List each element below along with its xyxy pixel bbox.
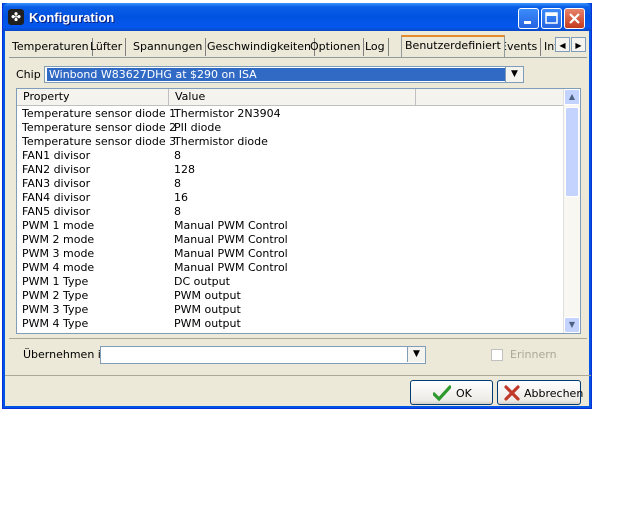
table-row[interactable]: PWM 2 Type PWM output [17, 289, 564, 303]
cancel-button[interactable]: Abbrechen [497, 380, 584, 405]
property-cell: FAN5 divisor [22, 205, 91, 218]
x-icon [504, 385, 520, 401]
maximize-button[interactable] [541, 8, 562, 29]
close-icon [569, 13, 580, 24]
window-title: Konfiguration [29, 10, 115, 25]
tab-geschwindigkeiten[interactable]: Geschwindigkeiten [204, 38, 315, 56]
value-cell[interactable]: 8 [174, 205, 181, 219]
footer-divider [5, 375, 591, 376]
property-cell: Temperature sensor diode 1 [22, 107, 177, 120]
table-row[interactable]: Temperature sensor diode 1 Thermistor 2N3… [17, 107, 564, 121]
ok-button[interactable]: OK [410, 380, 493, 405]
tab-scroll-left-button[interactable]: ◀ [555, 37, 570, 52]
property-cell: FAN2 divisor [22, 163, 91, 176]
cancel-label: Abbrechen [524, 387, 584, 400]
tab-luefter[interactable]: Lüfter [87, 38, 127, 56]
tab-optionen[interactable]: Optionen [307, 38, 365, 56]
tab-strip: Temperaturen Lüfter Spannungen Geschwind… [9, 35, 589, 57]
chevron-down-icon[interactable]: ▼ [407, 347, 425, 362]
value-cell[interactable]: Thermistor diode [174, 135, 268, 149]
property-cell: Temperature sensor diode 2 [22, 121, 177, 134]
remember-label: Erinnern [510, 348, 557, 361]
column-header-empty [416, 89, 564, 105]
divider [9, 338, 587, 339]
table-row[interactable]: FAN2 divisor 128 [17, 163, 564, 177]
value-cell[interactable]: Manual PWM Control [174, 247, 288, 261]
column-header-value[interactable]: Value [169, 89, 416, 105]
table-row[interactable]: Temperature sensor diode 2 PII diode [17, 121, 564, 135]
table-row[interactable]: FAN5 divisor 8 [17, 205, 564, 219]
chip-label: Chip [16, 68, 41, 81]
property-cell: PWM 4 mode [22, 261, 95, 274]
minimize-icon [524, 21, 531, 24]
title-bar[interactable]: ✤ Konfiguration [3, 3, 591, 31]
column-header-property[interactable]: Property [17, 89, 169, 105]
apply-label: Übernehmen in [23, 348, 108, 361]
table-row[interactable]: PWM 3 mode Manual PWM Control [17, 247, 564, 261]
property-cell: FAN1 divisor [22, 149, 91, 162]
table-row[interactable]: FAN3 divisor 8 [17, 177, 564, 191]
tab-panel-border [9, 57, 587, 58]
value-cell[interactable]: PWM output [174, 289, 241, 303]
value-cell[interactable]: Manual PWM Control [174, 261, 288, 275]
value-cell[interactable]: PII diode [174, 121, 221, 135]
value-cell[interactable]: 128 [174, 163, 195, 177]
minimize-button[interactable] [518, 8, 539, 29]
property-cell: Temperature sensor diode 3 [22, 135, 177, 148]
ok-label: OK [456, 387, 472, 400]
maximize-icon [545, 12, 558, 24]
property-cell: PWM 2 mode [22, 233, 95, 246]
property-cell: PWM 1 Type [22, 275, 89, 288]
tab-temperaturen[interactable]: Temperaturen [9, 38, 93, 56]
tab-scroll-right-button[interactable]: ▶ [571, 37, 586, 52]
apply-dropdown[interactable]: ▼ [100, 346, 426, 364]
chevron-down-icon[interactable]: ▼ [505, 67, 523, 82]
property-cell: PWM 1 mode [22, 219, 95, 232]
tab-spannungen[interactable]: Spannungen [130, 38, 207, 56]
close-button[interactable] [564, 8, 585, 29]
fan-icon: ✤ [8, 9, 24, 25]
table-row[interactable]: FAN4 divisor 16 [17, 191, 564, 205]
property-cell: PWM 3 mode [22, 247, 95, 260]
property-cell: FAN3 divisor [22, 177, 91, 190]
table-row[interactable]: FAN1 divisor 8 [17, 149, 564, 163]
tab-benutzerdefiniert[interactable]: Benutzerdefiniert [401, 35, 505, 57]
value-cell[interactable]: 8 [174, 177, 181, 191]
value-cell[interactable]: DC output [174, 275, 230, 289]
property-grid[interactable]: Property Value Temperature sensor diode … [16, 88, 581, 334]
property-cell: PWM 2 Type [22, 289, 89, 302]
value-cell[interactable]: PWM output [174, 303, 241, 317]
grid-scrollbar[interactable]: ▲ ▼ [563, 89, 580, 333]
scroll-up-button[interactable]: ▲ [564, 89, 580, 105]
value-cell[interactable]: 16 [174, 191, 188, 205]
grid-rows: Temperature sensor diode 1 Thermistor 2N3… [17, 107, 564, 331]
remember-checkbox[interactable] [491, 349, 503, 361]
table-row[interactable]: PWM 3 Type PWM output [17, 303, 564, 317]
value-cell[interactable]: Manual PWM Control [174, 219, 288, 233]
chip-selected-value: Winbond W83627DHG at $290 on ISA [47, 68, 506, 81]
table-row[interactable]: Temperature sensor diode 3 Thermistor dio… [17, 135, 564, 149]
property-cell: FAN4 divisor [22, 191, 91, 204]
scroll-down-button[interactable]: ▼ [564, 317, 580, 333]
scroll-thumb[interactable] [565, 107, 579, 197]
chip-dropdown[interactable]: Winbond W83627DHG at $290 on ISA ▼ [44, 66, 524, 83]
property-cell: PWM 3 Type [22, 303, 89, 316]
value-cell[interactable]: PWM output [174, 317, 241, 331]
value-cell[interactable]: Manual PWM Control [174, 233, 288, 247]
value-cell[interactable]: 8 [174, 149, 181, 163]
configuration-window: ✤ Konfiguration Temperaturen Lüfter Span… [2, 3, 592, 409]
value-cell[interactable]: Thermistor 2N3904 [174, 107, 281, 121]
table-row[interactable]: PWM 2 mode Manual PWM Control [17, 233, 564, 247]
table-row[interactable]: PWM 1 Type DC output [17, 275, 564, 289]
checkmark-icon [433, 385, 451, 401]
table-row[interactable]: PWM 4 Type PWM output [17, 317, 564, 331]
table-row[interactable]: PWM 1 mode Manual PWM Control [17, 219, 564, 233]
property-cell: PWM 4 Type [22, 317, 89, 330]
table-row[interactable]: PWM 4 mode Manual PWM Control [17, 261, 564, 275]
grid-header: Property Value [17, 89, 564, 106]
tab-log[interactable]: Log [362, 38, 389, 56]
